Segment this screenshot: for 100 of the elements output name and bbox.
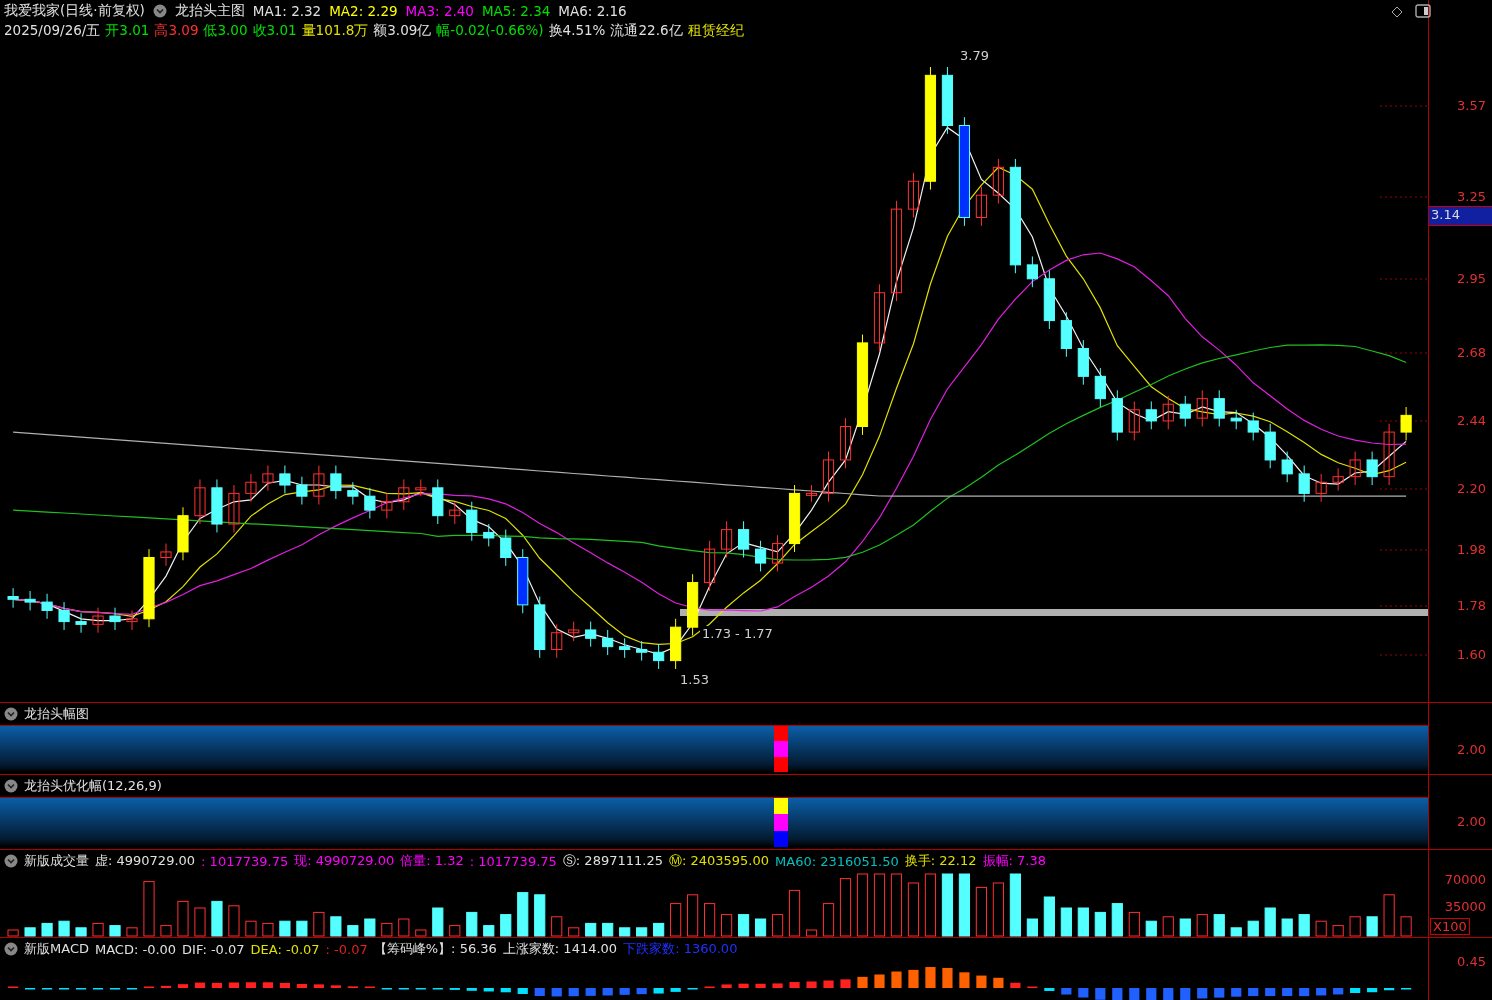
- candlestick: [704, 540, 716, 592]
- candlestick: [92, 607, 104, 634]
- candlestick: [517, 548, 529, 614]
- indicator-value: 虚: 4990729.00: [95, 852, 196, 870]
- axis-tick-label: 3.25: [1457, 189, 1486, 204]
- collapse-icon[interactable]: [4, 707, 18, 721]
- candlestick: [211, 478, 223, 533]
- quote-value: 租赁经纪: [687, 22, 744, 40]
- axis-tick-label: 2.00: [1457, 814, 1486, 829]
- quote-value: 低3.00: [203, 22, 248, 40]
- quote-value: 量101.8万: [301, 22, 369, 40]
- candlestick: [398, 478, 410, 511]
- candlestick: [1179, 395, 1191, 427]
- candlestick: [364, 487, 376, 519]
- candlestick: [1264, 423, 1276, 469]
- quote-value: 高3.09: [154, 22, 199, 40]
- candlestick: [347, 481, 359, 506]
- candlestick: [194, 478, 206, 525]
- candlestick: [636, 640, 648, 662]
- indicator-value: 振幅: 7.38: [982, 852, 1046, 870]
- quote-value: 换4.51%: [548, 22, 606, 40]
- diamond-icon[interactable]: [1391, 6, 1403, 18]
- candlestick: [992, 158, 1004, 205]
- collapse-icon[interactable]: [4, 854, 18, 868]
- candlestick: [1077, 339, 1089, 386]
- candlestick: [41, 593, 53, 620]
- candlestick: [228, 484, 240, 533]
- indicator-value: 【筹码峰%】: 56.36: [373, 940, 497, 958]
- candlestick: [483, 523, 495, 547]
- indicator-value: 下跌家数: 1360.00: [623, 940, 738, 958]
- candlestick: [466, 501, 478, 542]
- candlestick: [788, 484, 801, 553]
- candlestick: [670, 618, 682, 670]
- indicator-value: MA60: 2316051.50: [775, 853, 899, 869]
- candlestick: [1349, 451, 1361, 486]
- axis-tick-label: 35000: [1444, 899, 1486, 914]
- axis-tick-label: 2.20: [1457, 481, 1486, 496]
- candlestick: [1366, 451, 1378, 486]
- axis-tick-label: 70000: [1444, 872, 1486, 887]
- candlestick: [585, 621, 597, 648]
- candlestick: [873, 283, 886, 352]
- quote-value: 收3.01: [252, 22, 297, 40]
- candlestick: [1162, 395, 1174, 430]
- indicator-value: DEA: -0.07: [250, 941, 320, 957]
- window-icon[interactable]: [1415, 4, 1431, 18]
- candlestick: [262, 465, 274, 492]
- collapse-icon[interactable]: [152, 4, 167, 18]
- candlestick: [907, 172, 920, 218]
- quote-value: 额3.09亿: [373, 22, 432, 40]
- candlestick: [58, 601, 70, 631]
- scale-label: X100: [1430, 918, 1470, 935]
- indicator-value: Ⓜ: 2403595.00: [668, 852, 770, 870]
- candlestick: [1315, 473, 1327, 503]
- ma-value: MA5: 2.34: [481, 3, 551, 19]
- candlestick: [1332, 467, 1344, 492]
- candlestick: [279, 465, 291, 494]
- indicator-value: MACD: -0.00: [94, 941, 177, 957]
- axis-tick-label: 0.45: [1457, 954, 1486, 969]
- axis-tick-label: 2.68: [1457, 345, 1486, 360]
- candlestick: [1281, 451, 1293, 483]
- candlestick: [381, 492, 393, 519]
- indicator-value: : 1017739.75: [469, 853, 557, 869]
- stock-title: 我爱我家(日线·前复权): [4, 2, 145, 20]
- quote-value: 流通22.6亿: [610, 22, 683, 40]
- candlestick: [245, 473, 257, 503]
- candlestick: [330, 465, 342, 500]
- candlestick: [75, 612, 87, 634]
- candlestick: [126, 609, 138, 631]
- candlestick: [1213, 389, 1225, 427]
- candlestick: [177, 506, 189, 561]
- candlestick: [687, 573, 699, 637]
- price-annotation: 3.79: [958, 48, 991, 63]
- candlestick: [551, 623, 563, 659]
- candlestick: [1094, 367, 1106, 408]
- candlestick: [1400, 406, 1412, 441]
- indicator-value: 现: 4990729.00: [294, 852, 395, 870]
- collapse-icon[interactable]: [4, 942, 18, 956]
- indicator-value: 上涨家数: 1414.00: [502, 940, 618, 958]
- indicator-value: : 1017739.75: [201, 853, 289, 869]
- candlestick: [975, 186, 987, 227]
- candlestick: [534, 596, 546, 659]
- panel-title: 龙抬头优化幅(12,26,9): [24, 777, 162, 795]
- candlestick: [738, 520, 750, 558]
- candlestick: [1230, 409, 1242, 430]
- collapse-icon[interactable]: [4, 779, 18, 793]
- axis-tick-label: 3.57: [1457, 98, 1486, 113]
- candlestick: [1128, 400, 1140, 441]
- candlestick: [1247, 412, 1259, 441]
- indicator-value: : -0.07: [325, 941, 368, 957]
- price-annotation: 1.73 - 1.77: [700, 626, 775, 641]
- candlestick: [313, 465, 325, 506]
- axis-tick-label: 2.00: [1457, 742, 1486, 757]
- candlestick: [1043, 269, 1055, 330]
- candlestick: [500, 529, 512, 567]
- candlestick: [822, 451, 835, 503]
- candlestick: [415, 478, 427, 497]
- candlestick: [1196, 389, 1208, 427]
- ma-value: MA2: 2.29: [329, 3, 398, 19]
- candlestick: [568, 621, 580, 642]
- candlestick: [653, 643, 665, 670]
